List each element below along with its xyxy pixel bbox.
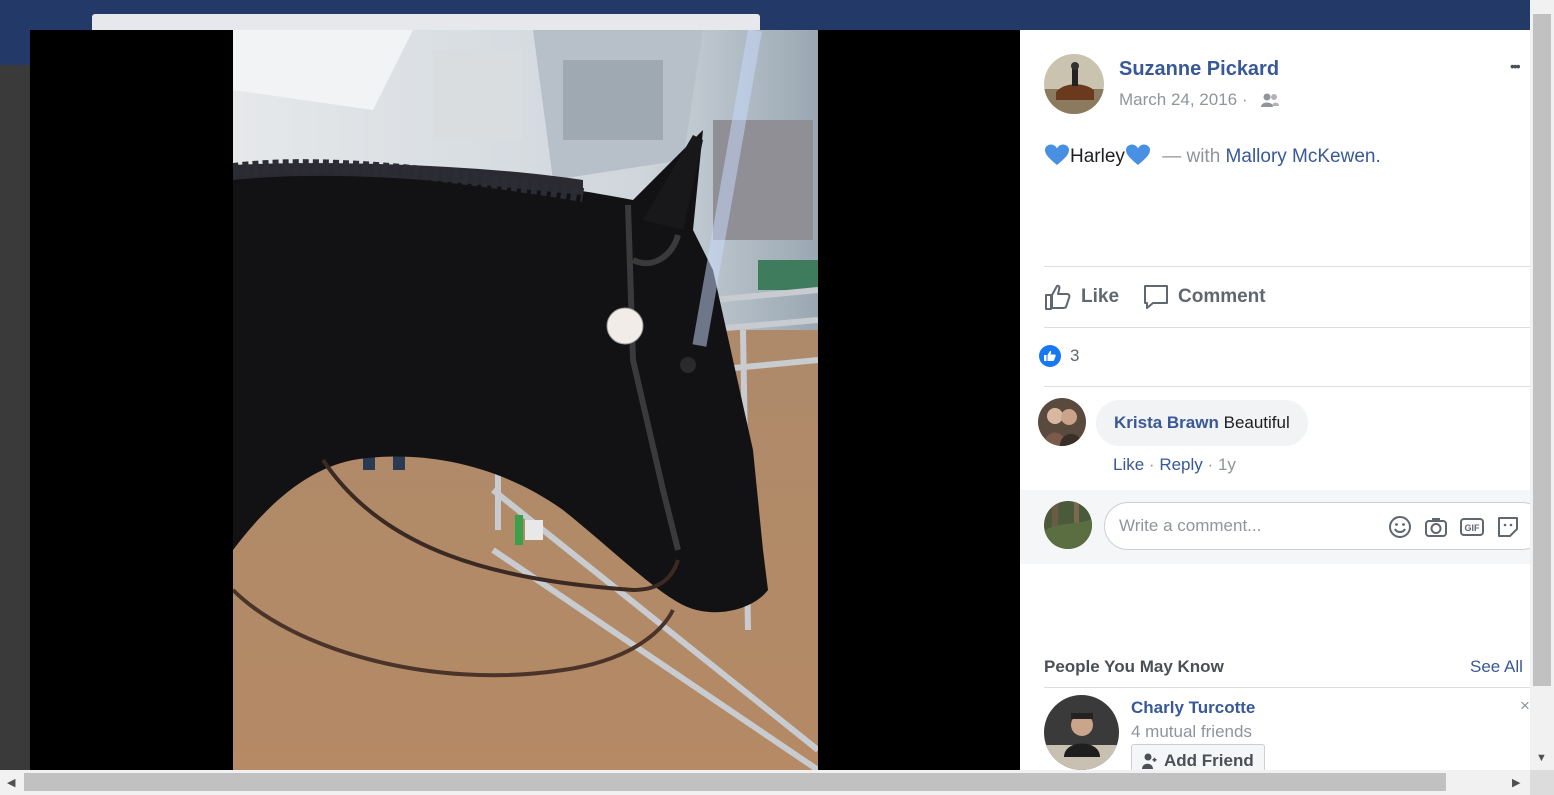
horizontal-scrollbar-thumb[interactable]: [24, 773, 1446, 791]
author-avatar[interactable]: [1044, 54, 1104, 114]
tagged-person-link[interactable]: Mallory McKewen: [1226, 146, 1376, 167]
comment-bubble: Krista Brawn Beautiful: [1096, 400, 1308, 446]
vertical-scrollbar-thumb[interactable]: [1533, 14, 1551, 686]
comment-bubble-icon: [1142, 283, 1170, 311]
comment-actions: Like · Reply · 1y: [1113, 455, 1236, 475]
like-badge-icon: [1039, 345, 1061, 367]
photo-viewer: [30, 30, 1020, 770]
post-text: Harley — with Mallory McKewen.: [1044, 144, 1381, 173]
suggested-person-avatar[interactable]: [1044, 695, 1119, 770]
dismiss-suggestion-button[interactable]: ×: [1520, 696, 1530, 716]
comment-label: Comment: [1178, 286, 1266, 307]
suggested-person-name-link[interactable]: Charly Turcotte: [1131, 698, 1255, 718]
like-label: Like: [1081, 286, 1120, 307]
commenter-name-link[interactable]: Krista Brawn: [1114, 413, 1219, 432]
add-friend-button[interactable]: Add Friend: [1131, 744, 1265, 770]
add-friend-label: Add Friend: [1164, 751, 1254, 770]
comment-age[interactable]: 1y: [1218, 455, 1236, 474]
gif-label: GIF: [1465, 523, 1481, 533]
emoji-icon[interactable]: [1388, 515, 1412, 539]
camera-icon[interactable]: [1424, 515, 1448, 539]
more-options-button[interactable]: •••: [1510, 58, 1521, 74]
comment-button[interactable]: Comment: [1142, 280, 1266, 314]
tagged-suffix: .: [1375, 146, 1381, 167]
add-friend-icon: [1140, 752, 1158, 770]
separator: ·: [1207, 455, 1214, 474]
separator: ·: [1148, 455, 1155, 474]
scroll-right-arrow-icon[interactable]: ▶: [1512, 777, 1520, 789]
thumbs-up-icon: [1044, 283, 1072, 311]
scroll-down-arrow-icon[interactable]: ▼: [1536, 752, 1547, 764]
blue-heart-icon: [1125, 144, 1151, 173]
reactions-summary[interactable]: 3: [1039, 345, 1079, 367]
gif-icon[interactable]: GIF: [1460, 515, 1484, 539]
comment-text: Beautiful: [1223, 413, 1290, 432]
scroll-left-arrow-icon[interactable]: ◀: [7, 777, 15, 789]
post-side-panel: Suzanne Pickard March 24, 2016 · ••• Har…: [1020, 30, 1530, 770]
commenter-avatar[interactable]: [1038, 398, 1086, 446]
scrollbar-corner: [1530, 770, 1554, 795]
current-user-avatar: [1044, 501, 1092, 549]
post-caption: Harley: [1070, 146, 1125, 167]
comment-like-link[interactable]: Like: [1113, 455, 1144, 474]
divider: [1044, 327, 1530, 328]
mutual-friends[interactable]: 4 mutual friends: [1131, 722, 1252, 742]
with-prefix: — with: [1162, 146, 1221, 167]
author-name-link[interactable]: Suzanne Pickard: [1119, 58, 1279, 81]
blue-heart-icon: [1044, 144, 1070, 173]
divider: [1044, 266, 1530, 267]
comment-input-placeholder: Write a comment...: [1119, 516, 1262, 535]
horse-photo: [233, 30, 818, 770]
post-date[interactable]: March 24, 2016 ·: [1119, 90, 1248, 110]
reaction-count: 3: [1070, 346, 1080, 365]
like-button[interactable]: Like: [1044, 280, 1119, 314]
see-all-link[interactable]: See All: [1470, 657, 1523, 677]
pymk-title: People You May Know: [1044, 657, 1224, 676]
divider: [1044, 687, 1530, 688]
sticker-icon[interactable]: [1496, 515, 1520, 539]
comment-reply-link[interactable]: Reply: [1159, 455, 1202, 474]
divider: [1044, 386, 1530, 387]
friends-audience-icon[interactable]: [1260, 92, 1280, 113]
